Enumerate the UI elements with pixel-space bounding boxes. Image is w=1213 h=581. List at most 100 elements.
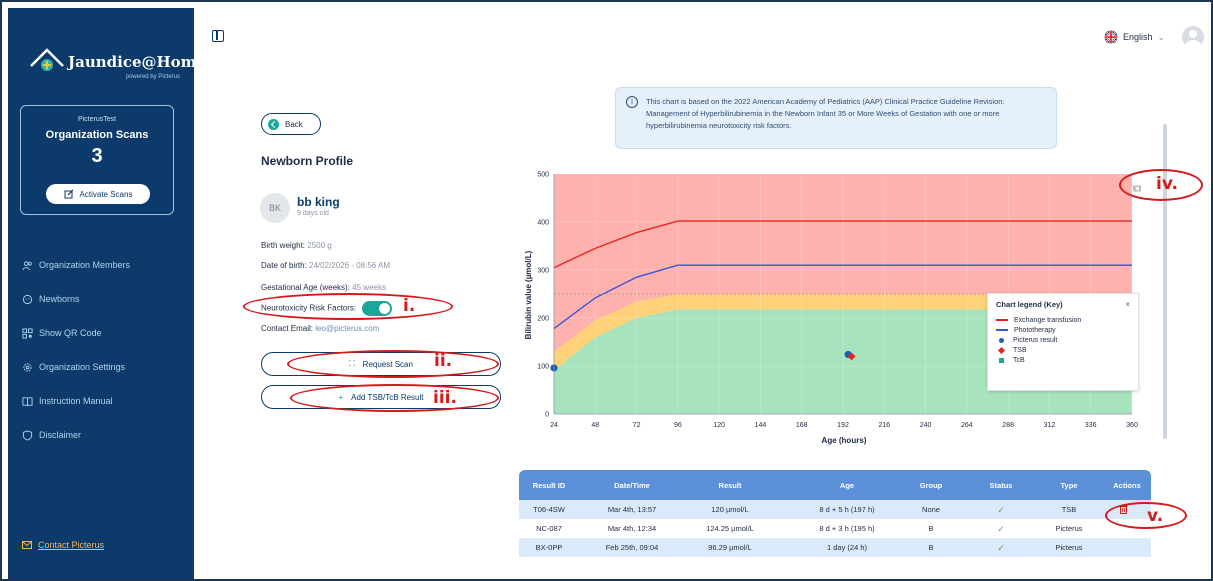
chart-x-tick-label: 72 [633, 422, 641, 429]
table-cell: 1 day (24 h) [826, 543, 868, 552]
chart-x-tick-label: 144 [755, 422, 767, 429]
table-cell: BX-0PP [535, 543, 563, 552]
annotation-label-v: v. [1147, 506, 1164, 526]
legend-rows: Exchange transfusion Phototherapy Picterus… [996, 315, 1130, 365]
table-body: T06-4SW Mar 4th, 13:57 120 µmol/L 8 d + 5 h… [519, 500, 1151, 557]
legend-swatch [999, 337, 1004, 343]
chevron-down-icon: ⌄ [1157, 31, 1166, 42]
chart-y-tick-label: 400 [537, 220, 549, 227]
legend-label: Picterus result [1013, 336, 1058, 344]
chart-y-tick-label: 0 [545, 412, 549, 419]
contact-email-value: leo@picterus.com [315, 324, 380, 333]
chart-x-tick-label: 288 [1002, 422, 1014, 429]
page-title: Newborn Profile [261, 154, 354, 168]
legend-item: TcB [996, 355, 1130, 365]
legend-label: Phototherapy [1014, 326, 1056, 334]
organization-name: PicterusTest [77, 116, 117, 123]
language-selector[interactable]: English ⌄ [1104, 30, 1165, 44]
table-cell: Mar 4th, 12:34 [607, 524, 657, 533]
table-cell: T06-4SW [533, 505, 565, 514]
chart-x-tick-label: 168 [796, 422, 808, 429]
logo-subtitle: powered by Picterus [125, 74, 180, 80]
legend-label: Exchange transfusion [1014, 316, 1082, 324]
sidebar-item-label: Show QR Code [39, 328, 102, 338]
chart-x-tick-label: 96 [674, 422, 682, 429]
chart-x-tick-label: 360 [1126, 422, 1138, 429]
back-button[interactable]: Back [261, 113, 321, 135]
sidebar-item-label: Instruction Manual [39, 396, 113, 406]
gestational-age-label: Gestational Age (weeks): [261, 283, 350, 292]
table-cell: Feb 25th, 09:04 [605, 543, 659, 552]
legend-item: Exchange transfusion [996, 315, 1130, 325]
legend-title: Chart legend (Key) [996, 300, 1063, 309]
sidebar-item-label: Organization Settings [39, 362, 126, 372]
gestational-age-value: 45 weeks [352, 283, 386, 292]
gear-icon [23, 362, 32, 372]
legend-item: Phototherapy [996, 325, 1130, 335]
annotation-ring-ii [287, 350, 499, 378]
sidebar-nav: Organization Members Newborns Show QR Co… [22, 248, 130, 452]
legend-swatch [997, 346, 1006, 354]
dob-value: 24/02/2026 - 08:56 AM [309, 261, 390, 270]
annotation-ring-i [243, 293, 453, 320]
sidebar-item-newborns[interactable]: Newborns [22, 282, 130, 316]
table-cell: 8 d + 3 h (195 h) [819, 524, 875, 533]
table-row[interactable]: BX-0PP Feb 25th, 09:04 96.29 µmol/L 1 day (… [519, 538, 1151, 557]
sidebar-item-instruction-manual[interactable]: Instruction Manual [22, 384, 130, 418]
uk-flag-icon [1104, 30, 1118, 44]
chart-legend: Chart legend (Key) × Exchange transfusio… [987, 293, 1139, 391]
app-window: Jaundice@Home powered by Picterus Picter… [0, 0, 1213, 581]
table-cell: 124.25 µmol/L [706, 524, 754, 533]
column-header: Age [839, 481, 855, 490]
results-table: Result ID Date/Time Result Age Group Status Ty… [519, 470, 1151, 557]
annotation-label-iii: iii. [433, 388, 457, 408]
table-row[interactable]: T06-4SW Mar 4th, 13:57 120 µmol/L 8 d + 5 h… [519, 500, 1151, 519]
chart-x-tick-label: 312 [1044, 422, 1056, 429]
table-cell: Picterus [1055, 524, 1083, 533]
info-text: This chart is based on the 2022 American… [646, 97, 1005, 130]
chart-x-tick-label: 48 [591, 422, 599, 429]
table-header: Result ID Date/Time Result Age Group Status Ty… [519, 470, 1151, 500]
contact-email-label: Contact Email: [261, 324, 314, 333]
sidebar-toggle-icon[interactable] [212, 30, 224, 42]
table-cell: 120 µmol/L [711, 505, 749, 514]
newborn-name: bb king [297, 195, 340, 209]
table-cell: NC-087 [536, 524, 562, 533]
chart-x-tick-label: 240 [920, 422, 932, 429]
mail-icon [22, 541, 32, 549]
shield-icon [22, 429, 33, 441]
sidebar-item-show-qr-code[interactable]: Show QR Code [22, 316, 130, 350]
logo-text: Jaundice@Home [68, 53, 207, 71]
chart-x-label: Age (hours) [822, 436, 867, 445]
table-cell: 8 d + 5 h (197 h) [819, 505, 875, 514]
user-avatar[interactable] [1182, 26, 1204, 48]
table-row[interactable]: NC-087 Mar 4th, 12:34 124.25 µmol/L 8 d + 3… [519, 519, 1151, 538]
back-arrow-icon [268, 118, 279, 130]
column-header: Group [919, 481, 943, 490]
organization-card: PicterusTest Organization Scans 3 Activa… [20, 105, 174, 215]
dob-field: Date of birth: 24/02/2026 - 08:56 AM [261, 261, 390, 270]
sidebar-item-organization-members[interactable]: Organization Members [22, 248, 130, 282]
newborn-avatar: BK [260, 193, 290, 223]
chart-y-tick-label: 100 [537, 364, 549, 371]
birth-weight-field: Birth weight: 2500 g [261, 241, 332, 250]
table-cell: TSB [1061, 505, 1077, 514]
legend-swatch [999, 357, 1004, 363]
contact-picterus-link[interactable]: Contact Picterus [22, 540, 104, 550]
table-cell: 96.29 µmol/L [708, 543, 752, 552]
legend-swatch [996, 329, 1008, 331]
contact-label: Contact Picterus [38, 540, 105, 550]
legend-close-icon[interactable]: × [1125, 300, 1130, 309]
activate-scans-button[interactable]: Activate Scans [46, 184, 150, 204]
info-banner: i This chart is based on the 2022 Americ… [615, 87, 1057, 149]
chart-y-tick-label: 200 [537, 316, 549, 323]
birth-weight-label: Birth weight: [261, 241, 306, 250]
annotation-ring-iii [290, 384, 499, 412]
legend-label: TcB [1013, 356, 1025, 364]
legend-item: Picterus result [996, 335, 1130, 345]
column-header: Result [718, 481, 742, 490]
sidebar-item-disclaimer[interactable]: Disclaimer [22, 418, 130, 452]
sidebar: Jaundice@Home powered by Picterus Picter… [8, 8, 206, 579]
sidebar-item-organization-settings[interactable]: Organization Settings [22, 350, 130, 384]
legend-item: TSB [996, 345, 1130, 355]
